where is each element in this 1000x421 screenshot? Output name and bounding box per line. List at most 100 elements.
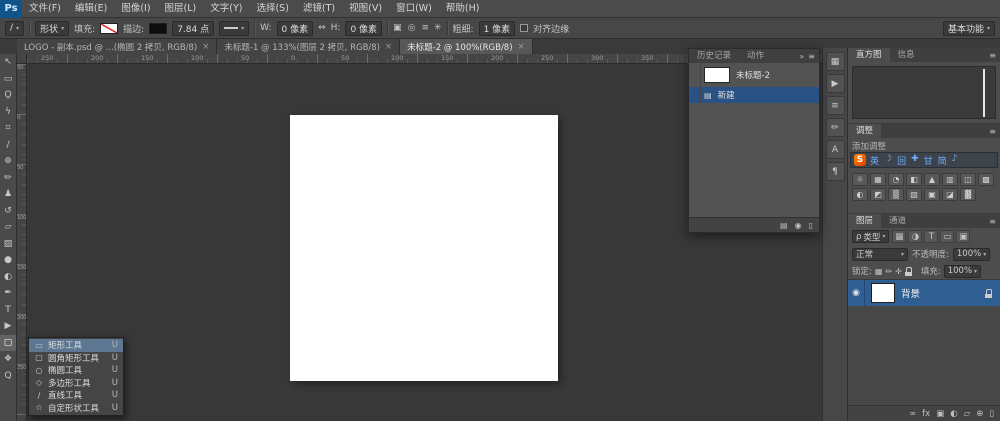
type-tool[interactable]: T xyxy=(0,302,16,319)
document-tab[interactable]: 未标题-1 @ 133%(图层 2 拷贝, RGB/8) × xyxy=(217,39,400,54)
gradient-tool[interactable]: ▨ xyxy=(0,236,16,253)
stroke-swatch[interactable] xyxy=(149,23,167,34)
hand-tool[interactable]: ❖ xyxy=(0,351,16,368)
menu-item[interactable]: 图像(I) xyxy=(114,0,157,18)
align-edges-checkbox[interactable] xyxy=(520,24,528,32)
layer-visibility-eye-icon[interactable]: ◉ xyxy=(848,280,865,306)
layer-filter-type-select[interactable]: ρ 类型 ▾ xyxy=(852,230,889,243)
panel-menu-icon[interactable]: ≡ xyxy=(989,51,996,60)
tool-preset-picker[interactable]: ∕ ▾ xyxy=(5,21,24,36)
layers-bottom-icon[interactable]: ∞ xyxy=(909,409,916,419)
adjustment-preset-icon[interactable]: ▒ xyxy=(888,188,904,201)
tab-close-icon[interactable]: × xyxy=(385,42,392,52)
lock-option-icon[interactable]: ✛ xyxy=(895,267,902,276)
line-tool-item[interactable]: ∕ 直线工具 U xyxy=(29,389,123,402)
new-doc-from-state-icon[interactable]: ▤ xyxy=(780,221,788,230)
layers-bottom-icon[interactable]: ▣ xyxy=(936,409,944,419)
stroke-type-select[interactable]: ▾ xyxy=(219,21,249,36)
fill-swatch[interactable] xyxy=(100,23,118,34)
history-snapshot-row[interactable]: 未标题-2 xyxy=(689,63,819,87)
shape-tool[interactable]: ▢ xyxy=(0,335,16,352)
eyedropper-tool[interactable]: ∕ xyxy=(0,137,16,154)
custom-shape-tool-item[interactable]: ☆ 自定形状工具 U xyxy=(29,402,123,415)
layers-bottom-icon[interactable]: ▯ xyxy=(989,409,994,419)
path-selection-tool[interactable]: ▶ xyxy=(0,318,16,335)
tab-close-icon[interactable]: × xyxy=(518,42,525,52)
layers-panel-tab[interactable]: 通道 xyxy=(881,214,914,228)
move-tool[interactable]: ↖ xyxy=(0,54,16,71)
history-source-cell[interactable] xyxy=(689,87,701,103)
marquee-tool[interactable]: ▭ xyxy=(0,71,16,88)
quick-selection-tool[interactable]: ϟ xyxy=(0,104,16,121)
layer-filter-icon[interactable]: ▭ xyxy=(940,230,954,243)
zoom-tool[interactable]: Q xyxy=(0,368,16,385)
stroke-width-input[interactable]: 7.84 点 xyxy=(172,21,214,36)
layers-bottom-icon[interactable]: fx xyxy=(922,409,930,419)
layer-thumbnail[interactable] xyxy=(871,283,895,303)
ellipse-tool-item[interactable]: ○ 椭圆工具 U xyxy=(29,364,123,377)
polygon-tool-item[interactable]: ◇ 多边形工具 U xyxy=(29,377,123,390)
menu-item[interactable]: 滤镜(T) xyxy=(296,0,342,18)
menu-item[interactable]: 视图(V) xyxy=(342,0,389,18)
adjustment-preset-icon[interactable]: ◐ xyxy=(852,188,868,201)
fill-opacity-input[interactable]: 100% ▾ xyxy=(944,265,981,278)
collapsed-swatches-panel-icon[interactable]: ▦ xyxy=(826,52,845,71)
ime-toolbar-icon[interactable]: ✚ xyxy=(911,154,919,167)
adjustment-preset-icon[interactable]: ◫ xyxy=(960,173,976,186)
layers-bottom-icon[interactable]: ◐ xyxy=(950,409,957,419)
eraser-tool[interactable]: ▱ xyxy=(0,219,16,236)
adjustment-preset-icon[interactable]: ◔ xyxy=(888,173,904,186)
history-source-cell[interactable] xyxy=(689,63,701,87)
layers-bottom-icon[interactable]: ⊕ xyxy=(976,409,983,419)
ime-toolbar-icon[interactable]: 回 xyxy=(897,154,906,167)
history-brush-tool[interactable]: ↺ xyxy=(0,203,16,220)
history-state-row[interactable]: ▤ 新建 xyxy=(689,87,819,103)
menu-item[interactable]: 编辑(E) xyxy=(68,0,114,18)
adjustment-preset-icon[interactable]: ▓ xyxy=(960,188,976,201)
gear-icon[interactable]: ✳ xyxy=(434,23,442,33)
adjustment-preset-icon[interactable]: ◧ xyxy=(906,173,922,186)
collapsed-character-panel-icon[interactable]: A xyxy=(826,140,845,159)
blur-tool[interactable]: ● xyxy=(0,252,16,269)
document-tab[interactable]: 未标题-2 @ 100%(RGB/8) × xyxy=(400,39,533,54)
panel-menu-icon[interactable]: ≡ xyxy=(989,127,996,136)
ime-toolbar-icon[interactable]: ♪ xyxy=(952,154,958,167)
menu-item[interactable]: 选择(S) xyxy=(249,0,295,18)
layers-panel-tab[interactable]: 图层 xyxy=(848,214,881,228)
link-dimensions-icon[interactable]: ⇔ xyxy=(318,23,326,33)
weight-input[interactable]: 1 像素 xyxy=(479,21,516,36)
workspace-switcher[interactable]: 基本功能 ▾ xyxy=(943,21,995,36)
path-operation-icon[interactable]: ▣ xyxy=(393,23,402,33)
collapsed-actions-panel-icon[interactable]: ▶ xyxy=(826,74,845,93)
height-input[interactable]: 0 像素 xyxy=(345,21,382,36)
collapsed-brush-panel-icon[interactable]: ✏ xyxy=(826,118,845,137)
ime-toolbar-icon[interactable]: 甘 xyxy=(924,154,933,167)
blend-mode-select[interactable]: 正常 ▾ xyxy=(852,248,908,261)
adjustment-preset-icon[interactable]: ▲ xyxy=(924,173,940,186)
ime-logo[interactable]: S xyxy=(854,154,866,166)
ime-toolbar-icon[interactable]: 英 xyxy=(870,154,879,167)
history-panel-tab[interactable]: 动作 xyxy=(739,49,772,63)
vertical-ruler[interactable] xyxy=(17,64,27,421)
tool-mode-select[interactable]: 形状 ▾ xyxy=(35,21,69,36)
lock-option-icon[interactable]: ▦ xyxy=(875,267,883,276)
menu-item[interactable]: 帮助(H) xyxy=(439,0,487,18)
dodge-tool[interactable]: ◐ xyxy=(0,269,16,286)
adjustment-preset-icon[interactable]: ▦ xyxy=(870,173,886,186)
histogram-panel-tab[interactable]: 信息 xyxy=(890,48,923,62)
adjustment-preset-icon[interactable]: ◪ xyxy=(942,188,958,201)
layer-row-background[interactable]: ◉ 背景 xyxy=(848,280,1000,306)
opacity-input[interactable]: 100% ▾ xyxy=(953,248,990,261)
width-input[interactable]: 0 像素 xyxy=(277,21,314,36)
menu-item[interactable]: 文件(F) xyxy=(22,0,68,18)
menu-item[interactable]: 图层(L) xyxy=(158,0,204,18)
pen-tool[interactable]: ✒ xyxy=(0,285,16,302)
adjustments-panel-tab[interactable]: 调整 xyxy=(848,124,881,138)
adjustment-preset-icon[interactable]: ▧ xyxy=(906,188,922,201)
history-panel-tab[interactable]: 历史记录 xyxy=(689,49,739,63)
tab-close-icon[interactable]: × xyxy=(202,42,209,52)
menu-item[interactable]: 窗口(W) xyxy=(389,0,439,18)
clone-stamp-tool[interactable]: ♟ xyxy=(0,186,16,203)
crop-tool[interactable]: ⌗ xyxy=(0,120,16,137)
document-canvas[interactable] xyxy=(290,115,558,381)
